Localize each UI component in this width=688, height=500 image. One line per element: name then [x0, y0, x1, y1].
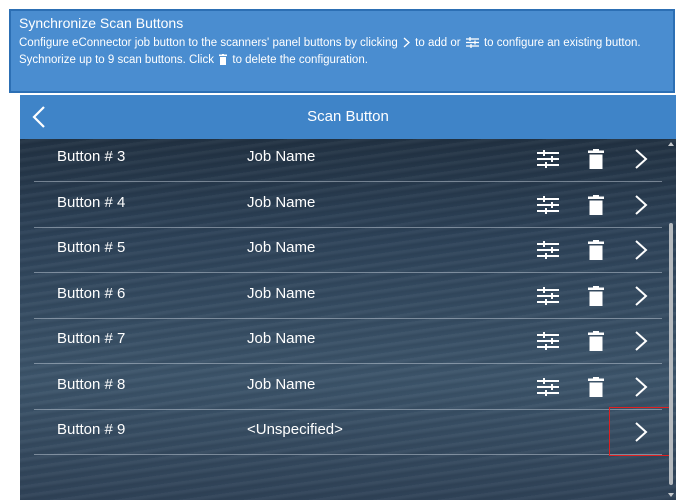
- button-number: Button # 6: [57, 284, 126, 302]
- list-item[interactable]: Button # 8 Job Name: [34, 364, 662, 410]
- sliders-icon[interactable]: [537, 377, 559, 396]
- trash-icon[interactable]: [588, 194, 604, 215]
- job-name: <Unspecified>: [247, 421, 343, 438]
- trash-icon[interactable]: [588, 285, 604, 306]
- highlight-box: [609, 407, 670, 456]
- button-number: Button # 8: [57, 375, 126, 393]
- list-item[interactable]: Button # 9 <Unspecified>: [34, 409, 662, 455]
- scroll-down-arrow-icon[interactable]: [668, 493, 674, 497]
- instructions-text-part2: to add or: [415, 37, 461, 49]
- chevron-right-icon[interactable]: [634, 330, 648, 352]
- button-number: Button # 4: [57, 193, 126, 211]
- chevron-right-icon[interactable]: [634, 148, 648, 170]
- job-name: Job Name: [247, 239, 316, 256]
- button-number: Button # 9: [57, 421, 126, 438]
- chevron-right-icon[interactable]: [634, 239, 648, 261]
- list-item[interactable]: Button # 6 Job Name: [34, 273, 662, 319]
- job-name: Job Name: [247, 375, 316, 393]
- instructions-text: Configure eConnector job button to the s…: [19, 35, 665, 69]
- trash-icon[interactable]: [588, 376, 604, 397]
- trash-icon[interactable]: [588, 240, 604, 260]
- instructions-text-part1: Configure eConnector job button to the s…: [19, 37, 398, 49]
- title-bar: Scan Button: [20, 95, 676, 139]
- job-name: Job Name: [247, 193, 316, 211]
- button-number: Button # 3: [57, 148, 126, 165]
- sliders-icon[interactable]: [537, 332, 559, 350]
- job-name: Job Name: [247, 284, 316, 302]
- sliders-icon[interactable]: [537, 195, 559, 214]
- chevron-right-icon: [403, 37, 410, 48]
- list-item[interactable]: Button # 3 Job Name: [34, 136, 662, 182]
- trash-icon[interactable]: [588, 331, 604, 351]
- sliders-icon[interactable]: [537, 286, 559, 305]
- job-name: Job Name: [247, 330, 316, 347]
- chevron-right-icon[interactable]: [634, 285, 648, 307]
- scan-button-screen: Scan Button Button # 3 Job Name Button #…: [20, 95, 676, 500]
- sliders-icon: [465, 37, 479, 49]
- list-item[interactable]: Button # 5 Job Name: [34, 227, 662, 273]
- instructions-title: Synchronize Scan Buttons: [19, 15, 184, 31]
- list-item[interactable]: Button # 4 Job Name: [34, 182, 662, 228]
- trash-icon: [219, 54, 228, 66]
- list-item[interactable]: Button # 7 Job Name: [34, 318, 662, 364]
- scrollbar[interactable]: [667, 139, 676, 500]
- scroll-up-arrow-icon[interactable]: [668, 142, 674, 146]
- instructions-panel: Synchronize Scan Buttons Configure eConn…: [9, 9, 675, 93]
- chevron-right-icon[interactable]: [634, 194, 648, 216]
- sliders-icon[interactable]: [537, 241, 559, 259]
- chevron-right-icon[interactable]: [634, 376, 648, 398]
- job-name: Job Name: [247, 148, 316, 165]
- button-number: Button # 5: [57, 239, 126, 256]
- sliders-icon[interactable]: [537, 150, 559, 168]
- instructions-text-part4: to delete the configuration.: [232, 54, 368, 66]
- scrollbar-thumb[interactable]: [669, 223, 673, 485]
- page-title: Scan Button: [307, 108, 389, 125]
- trash-icon[interactable]: [588, 149, 604, 169]
- button-number: Button # 7: [57, 330, 126, 347]
